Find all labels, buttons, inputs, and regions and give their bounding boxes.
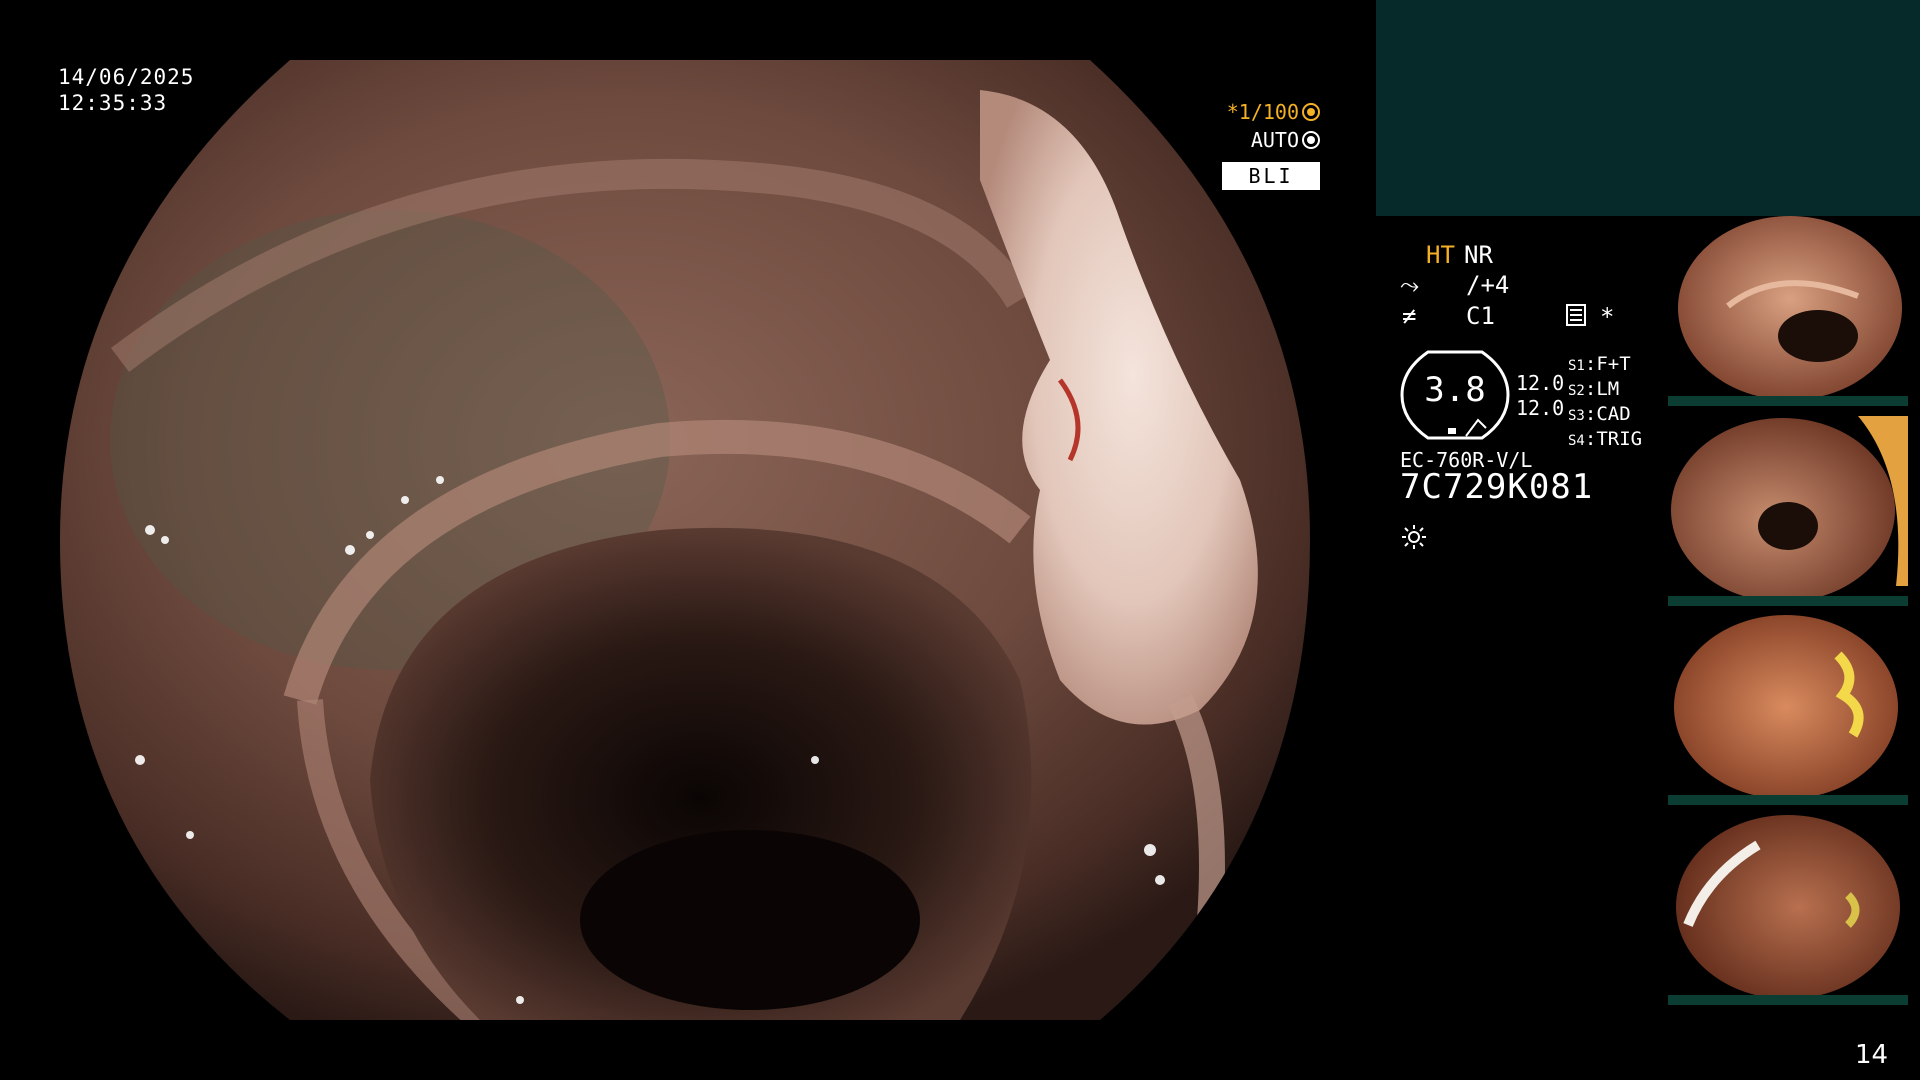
- date-time-display: 14/06/2025 12:35:33: [58, 64, 194, 116]
- thumbnail-image-1: [1668, 216, 1908, 406]
- nr-label: NR: [1464, 241, 1493, 269]
- thumbnail-image-2: [1668, 416, 1908, 606]
- switch-2: S2:LM: [1568, 378, 1620, 400]
- imaging-mode-badge: BLI: [1222, 162, 1320, 190]
- thumbnail-1[interactable]: [1668, 216, 1908, 406]
- color-mode-value: C1: [1466, 302, 1495, 330]
- date-text: 14/06/2025: [58, 65, 195, 89]
- thumbnail-2[interactable]: [1668, 416, 1908, 606]
- star-indicator: *: [1600, 303, 1615, 331]
- enhancement-value: /+4: [1466, 271, 1510, 299]
- switch-1: S1:F+T: [1568, 353, 1631, 375]
- exposure-icon: [1302, 131, 1320, 149]
- top-right-panel: [1376, 0, 1920, 216]
- light-icon: [1402, 525, 1426, 549]
- scope-serial: 7C729K081: [1400, 467, 1594, 507]
- pressure-value-2: 12.0: [1516, 396, 1565, 420]
- thumbnail-image-4: [1668, 815, 1908, 1005]
- memo-icon: [1566, 304, 1586, 326]
- thumbnail-3[interactable]: [1668, 615, 1908, 805]
- enhancement-icon: ⤳: [1400, 271, 1420, 299]
- shutter-speed: *1/100: [1226, 100, 1299, 124]
- switch-4: S4:TRIG: [1568, 428, 1643, 450]
- exposure-info: *1/100 AUTO: [1227, 98, 1320, 154]
- scope-gauge-value: 3.8: [1424, 370, 1486, 410]
- color-mode-icon: ≠: [1402, 302, 1417, 330]
- switch-3: S3:CAD: [1568, 403, 1631, 425]
- shutter-icon: [1302, 103, 1320, 121]
- endoscopy-main-image: [60, 60, 1310, 1020]
- exposure-mode: AUTO: [1250, 128, 1299, 152]
- colon-image-main: [60, 60, 1310, 1020]
- time-text: 12:35:33: [58, 91, 168, 115]
- page-number: 14: [1855, 1040, 1889, 1070]
- thumbnail-image-3: [1668, 615, 1908, 805]
- ht-label: HT: [1426, 241, 1455, 269]
- thumbnail-4[interactable]: [1668, 815, 1908, 1005]
